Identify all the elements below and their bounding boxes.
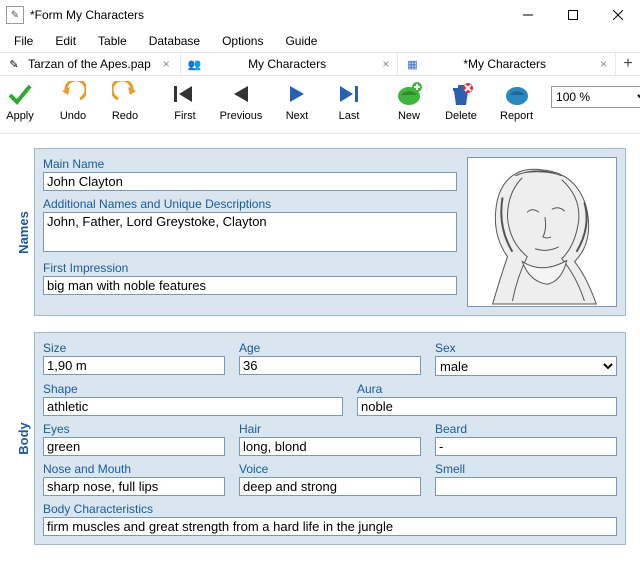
redo-icon xyxy=(111,80,139,108)
size-input[interactable] xyxy=(43,356,225,375)
delete-icon xyxy=(447,80,475,108)
first-impression-label: First Impression xyxy=(43,261,457,275)
nose-mouth-label: Nose and Mouth xyxy=(43,462,225,476)
size-label: Size xyxy=(43,341,225,355)
main-name-input[interactable] xyxy=(43,172,457,191)
smell-label: Smell xyxy=(435,462,617,476)
first-button[interactable]: First xyxy=(164,80,206,122)
close-button[interactable] xyxy=(595,0,640,30)
zoom-select[interactable]: 100 % xyxy=(551,86,640,108)
maximize-button[interactable] xyxy=(550,0,595,30)
body-characteristics-input[interactable] xyxy=(43,517,617,536)
apply-button[interactable]: Apply xyxy=(6,80,34,122)
aura-input[interactable] xyxy=(357,397,617,416)
report-button[interactable]: Report xyxy=(500,80,533,122)
eyes-label: Eyes xyxy=(43,422,225,436)
close-icon[interactable]: × xyxy=(163,57,170,71)
menu-options[interactable]: Options xyxy=(212,32,273,50)
last-icon xyxy=(335,80,363,108)
tab-my-characters[interactable]: 👥 My Characters × xyxy=(181,53,399,75)
hair-input[interactable] xyxy=(239,437,421,456)
sex-label: Sex xyxy=(435,341,617,355)
hair-label: Hair xyxy=(239,422,421,436)
menu-database[interactable]: Database xyxy=(139,32,210,50)
nose-mouth-input[interactable] xyxy=(43,477,225,496)
beard-input[interactable] xyxy=(435,437,617,456)
new-button[interactable]: New xyxy=(388,80,430,122)
characters-icon: 👥 xyxy=(187,56,203,72)
main-name-label: Main Name xyxy=(43,157,457,171)
names-panel: Names Main Name Additional Names and Uni… xyxy=(34,148,626,316)
form-content: Names Main Name Additional Names and Uni… xyxy=(0,134,640,578)
menu-file[interactable]: File xyxy=(4,32,43,50)
titlebar: ✎ *Form My Characters xyxy=(0,0,640,30)
toolbar: Apply Undo Redo First Previous Next Last xyxy=(0,76,640,134)
menu-table[interactable]: Table xyxy=(88,32,137,50)
body-panel: Body Size Age Sex male Shape Aura xyxy=(34,332,626,545)
first-icon xyxy=(171,80,199,108)
beard-label: Beard xyxy=(435,422,617,436)
delete-button[interactable]: Delete xyxy=(440,80,482,122)
first-impression-input[interactable] xyxy=(43,276,457,295)
report-icon xyxy=(503,80,531,108)
last-button[interactable]: Last xyxy=(328,80,370,122)
tab-label: *My Characters xyxy=(463,57,546,71)
previous-icon xyxy=(227,80,255,108)
additional-names-label: Additional Names and Unique Descriptions xyxy=(43,197,457,211)
age-input[interactable] xyxy=(239,356,421,375)
window-title: *Form My Characters xyxy=(30,8,505,22)
close-icon[interactable]: × xyxy=(382,57,389,71)
next-button[interactable]: Next xyxy=(276,80,318,122)
menu-edit[interactable]: Edit xyxy=(45,32,86,50)
age-label: Age xyxy=(239,341,421,355)
minimize-button[interactable] xyxy=(505,0,550,30)
tab-label: My Characters xyxy=(248,57,326,71)
sex-select[interactable]: male xyxy=(435,356,617,376)
tab-tarzan[interactable]: ✎ Tarzan of the Apes.pap × xyxy=(0,53,181,75)
body-section-label: Body xyxy=(11,333,35,544)
next-icon xyxy=(283,80,311,108)
names-section-label: Names xyxy=(11,149,35,315)
smell-input[interactable] xyxy=(435,477,617,496)
body-characteristics-label: Body Characteristics xyxy=(43,502,617,516)
undo-icon xyxy=(59,80,87,108)
add-tab-button[interactable]: + xyxy=(616,53,640,75)
voice-input[interactable] xyxy=(239,477,421,496)
form-icon: ▦ xyxy=(404,56,420,72)
shape-input[interactable] xyxy=(43,397,343,416)
character-portrait[interactable] xyxy=(467,157,617,307)
close-icon[interactable]: × xyxy=(600,57,607,71)
tab-form-my-characters[interactable]: ▦ *My Characters × xyxy=(398,53,616,75)
previous-button[interactable]: Previous xyxy=(216,80,266,122)
voice-label: Voice xyxy=(239,462,421,476)
aura-label: Aura xyxy=(357,382,617,396)
eyes-input[interactable] xyxy=(43,437,225,456)
undo-button[interactable]: Undo xyxy=(52,80,94,122)
redo-button[interactable]: Redo xyxy=(104,80,146,122)
new-icon xyxy=(395,80,423,108)
additional-names-input[interactable]: John, Father, Lord Greystoke, Clayton xyxy=(43,212,457,252)
pap-file-icon: ✎ xyxy=(6,56,22,72)
shape-label: Shape xyxy=(43,382,343,396)
tab-label: Tarzan of the Apes.pap xyxy=(28,57,151,71)
app-icon: ✎ xyxy=(6,6,24,24)
menu-guide[interactable]: Guide xyxy=(275,32,327,50)
menubar: File Edit Table Database Options Guide xyxy=(0,30,640,52)
file-tabs: ✎ Tarzan of the Apes.pap × 👥 My Characte… xyxy=(0,52,640,76)
check-icon xyxy=(6,80,34,108)
